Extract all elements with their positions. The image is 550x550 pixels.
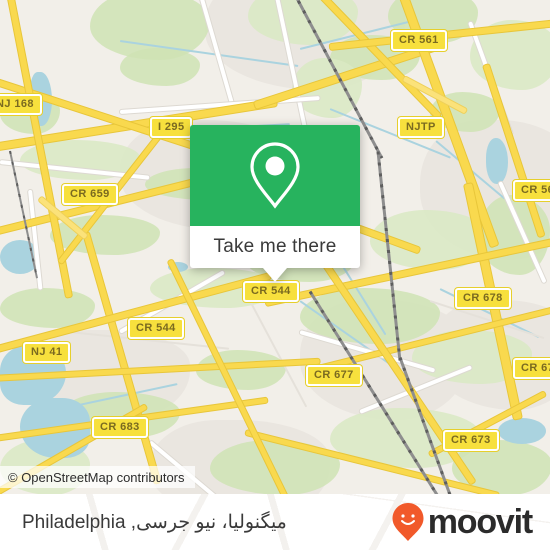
- road-shield: CR 561: [391, 30, 447, 51]
- osm-attribution-text: © OpenStreetMap contributors: [8, 469, 185, 485]
- road-shield: NJ 41: [23, 342, 71, 363]
- take-me-there-label: Take me there: [213, 236, 337, 257]
- moovit-map-screen: CR 561 NJ 168 I 295 NJTP CR 659 CR 561 CR 544 C…: [0, 0, 550, 550]
- road-shield: NJTP: [398, 117, 444, 138]
- callout-header: [190, 125, 360, 226]
- destination-callout-card[interactable]: Take me there: [190, 125, 360, 282]
- osm-attribution[interactable]: © OpenStreetMap contributors: [0, 466, 195, 488]
- take-me-there-button[interactable]: Take me there: [190, 226, 360, 268]
- moovit-wordmark: moovit: [427, 503, 533, 541]
- road-shield: I 295: [150, 117, 193, 138]
- road-shield: CR 561: [513, 180, 550, 201]
- callout-pointer: [263, 268, 287, 282]
- place-name-label: میگنولیا، نیو جرسی, Philadelphia: [22, 511, 287, 533]
- water-body: [486, 138, 508, 184]
- park-area: [0, 288, 95, 328]
- bottom-bar: میگنولیا، نیو جرسی, Philadelphia moovit: [0, 494, 550, 550]
- water-body: [498, 418, 546, 444]
- map-pin-icon: [250, 141, 300, 209]
- moovit-pin-icon: [392, 503, 424, 541]
- road-shield: CR 673: [513, 358, 550, 379]
- moovit-logo[interactable]: moovit: [391, 502, 533, 542]
- park-area: [120, 48, 200, 86]
- road-shield: CR 659: [62, 184, 118, 205]
- road-shield: NJ 168: [0, 94, 42, 115]
- road-shield: CR 544: [243, 281, 299, 302]
- road-shield: CR 544: [128, 318, 184, 339]
- road-shield: CR 677: [306, 365, 362, 386]
- park-area: [196, 350, 286, 390]
- road-shield: CR 673: [443, 430, 499, 451]
- road-shield: CR 683: [92, 417, 148, 438]
- road-shield: CR 678: [455, 288, 511, 309]
